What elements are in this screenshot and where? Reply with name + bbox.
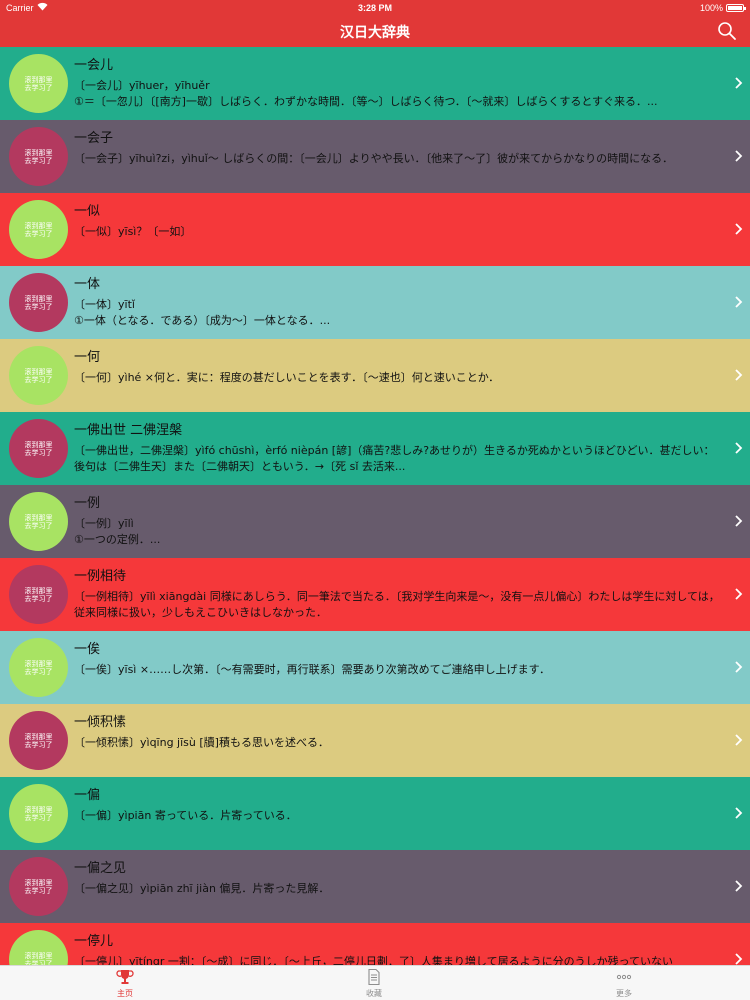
entry-word: 一俟: [74, 642, 101, 657]
chevron-right-icon: [735, 661, 743, 673]
tab-favorites[interactable]: 收藏: [334, 966, 414, 1000]
entry-definition: 〔一停儿〕yītíngr 一割：〔～成〕に同じ．〔～上丘，二停儿日劃．了〕人集ま…: [74, 955, 674, 965]
list-item[interactable]: 滚到那里去学习了 一会子〔一会子〕yīhuì?zi，yìhuǐ～ しばらくの間：〔…: [0, 120, 750, 193]
chevron-right-icon: [735, 296, 743, 308]
entry-word: 一何: [74, 350, 101, 365]
avatar-text: 滚到那里去学习了: [24, 805, 53, 822]
tab-home-label: 主页: [117, 989, 133, 998]
tab-more-label: 更多: [616, 989, 632, 998]
document-icon: [368, 968, 380, 986]
avatar: 滚到那里去学习了: [9, 711, 68, 770]
avatar: 滚到那里去学习了: [9, 127, 68, 186]
entry-definition: 〔一会子〕yīhuì?zi，yìhuǐ～ しばらくの間：〔一会儿〕よりやや長い．…: [74, 152, 674, 165]
entry-word: 一倾积愫: [74, 715, 127, 730]
chevron-right-icon: [735, 734, 743, 746]
trophy-icon: [116, 970, 134, 984]
chevron-right-icon: [735, 77, 743, 89]
avatar-text: 滚到那里去学习了: [24, 367, 53, 384]
list-item[interactable]: 滚到那里去学习了 一例〔一例〕yīlì ①一つの定例．...: [0, 485, 750, 558]
avatar: 滚到那里去学习了: [9, 930, 68, 965]
search-icon[interactable]: [716, 20, 738, 42]
chevron-right-icon: [735, 369, 743, 381]
list-item[interactable]: 滚到那里去学习了 一例相待〔一例相待〕yīlì xiāngdài 同様にあしらう．…: [0, 558, 750, 631]
entry-word: 一例相待: [74, 569, 127, 584]
entry-definition: 〔一会儿〕yīhuer，yīhuěr ①＝〔一忽儿〕〔[南方]一歇〕しばらく．わ…: [74, 79, 658, 108]
avatar-text: 滚到那里去学习了: [24, 586, 53, 603]
list-item[interactable]: 滚到那里去学习了 一偏〔一偏〕yìpiān 寄っている．片寄っている．: [0, 777, 750, 850]
page-title: 汉日大辞典: [340, 25, 410, 41]
avatar-text: 滚到那里去学习了: [24, 440, 53, 457]
chevron-right-icon: [735, 442, 743, 454]
entry-word: 一偏之见: [74, 861, 127, 876]
entry-word: 一佛出世 二佛涅槃: [74, 423, 183, 438]
tab-more[interactable]: 更多: [584, 966, 664, 1000]
entry-word: 一体: [74, 277, 101, 292]
chevron-right-icon: [735, 807, 743, 819]
more-icon: [616, 974, 632, 980]
avatar-text: 滚到那里去学习了: [24, 513, 53, 530]
entry-definition: 〔一偏〕yìpiān 寄っている．片寄っている．: [74, 809, 297, 822]
entry-definition: 〔一佛出世，二佛涅槃〕yìfó chūshì，èrfó nièpán [諺]（痛…: [74, 444, 715, 473]
entry-definition: 〔一偏之见〕yìpiān zhī jiàn 偏見．片寄った見解．: [74, 882, 330, 895]
avatar: 滚到那里去学习了: [9, 784, 68, 843]
avatar-text: 滚到那里去学习了: [24, 732, 53, 749]
list-item[interactable]: 滚到那里去学习了 一体〔一体〕yītǐ ①一体（となる．である）〔成为～〕一体とな…: [0, 266, 750, 339]
avatar-text: 滚到那里去学习了: [24, 75, 53, 92]
list-item[interactable]: 滚到那里去学习了 一停儿〔一停儿〕yītíngr 一割：〔～成〕に同じ．〔～上丘，…: [0, 923, 750, 965]
chevron-right-icon: [735, 880, 743, 892]
avatar-text: 滚到那里去学习了: [24, 148, 53, 165]
navigation-bar: 汉日大辞典: [0, 16, 750, 47]
list-item[interactable]: 滚到那里去学习了 一倾积愫〔一倾积愫〕yìqīng jīsù [牘]積もる思いを述…: [0, 704, 750, 777]
entry-definition: 〔一倾积愫〕yìqīng jīsù [牘]積もる思いを述べる．: [74, 736, 329, 749]
entry-word: 一停儿: [74, 934, 114, 949]
avatar: 滚到那里去学习了: [9, 565, 68, 624]
avatar: 滚到那里去学习了: [9, 492, 68, 551]
avatar: 滚到那里去学习了: [9, 54, 68, 113]
avatar-text: 滚到那里去学习了: [24, 221, 53, 238]
list-item[interactable]: 滚到那里去学习了 一会儿〔一会儿〕yīhuer，yīhuěr ①＝〔一忽儿〕〔[南…: [0, 47, 750, 120]
list-item[interactable]: 滚到那里去学习了 一佛出世 二佛涅槃〔一佛出世，二佛涅槃〕yìfó chūshì，…: [0, 412, 750, 485]
entry-definition: 〔一例相待〕yīlì xiāngdài 同様にあしらう．同一筆法で当たる．〔我对…: [74, 590, 720, 619]
chevron-right-icon: [735, 223, 743, 235]
entry-list[interactable]: 滚到那里去学习了 一会儿〔一会儿〕yīhuer，yīhuěr ①＝〔一忽儿〕〔[南…: [0, 47, 750, 965]
avatar-text: 滚到那里去学习了: [24, 294, 53, 311]
entry-definition: 〔一似〕yīsì？〔一如〕: [74, 225, 192, 238]
avatar-text: 滚到那里去学习了: [24, 878, 53, 895]
tab-home[interactable]: 主页: [85, 966, 165, 1000]
entry-definition: 〔一何〕yìhé ×何と．実に：程度の甚だしいことを表す．〔～速也〕何と速いこと…: [74, 371, 500, 384]
avatar-text: 滚到那里去学习了: [24, 951, 53, 966]
list-item[interactable]: 滚到那里去学习了 一何〔一何〕yìhé ×何と．実に：程度の甚だしいことを表す．〔…: [0, 339, 750, 412]
status-bar: Carrier 3:28 PM 100%: [0, 0, 750, 16]
chevron-right-icon: [735, 588, 743, 600]
entry-word: 一偏: [74, 788, 101, 803]
avatar: 滚到那里去学习了: [9, 419, 68, 478]
chevron-right-icon: [735, 150, 743, 162]
list-item[interactable]: 滚到那里去学习了 一偏之见〔一偏之见〕yìpiān zhī jiàn 偏見．片寄っ…: [0, 850, 750, 923]
entry-word: 一例: [74, 496, 101, 511]
avatar: 滚到那里去学习了: [9, 346, 68, 405]
tab-bar: 主页 收藏 更多: [0, 965, 750, 1000]
entry-word: 一会子: [74, 131, 114, 146]
avatar: 滚到那里去学习了: [9, 638, 68, 697]
list-item[interactable]: 滚到那里去学习了 一俟〔一俟〕yīsì ×……し次第．〔～有需要时，再行联系〕需要…: [0, 631, 750, 704]
entry-word: 一似: [74, 204, 101, 219]
battery-percent: 100%: [699, 3, 723, 13]
entry-definition: 〔一体〕yītǐ ①一体（となる．である）〔成为～〕一体となる．...: [74, 298, 331, 327]
entry-word: 一会儿: [74, 58, 114, 73]
entry-definition: 〔一俟〕yīsì ×……し次第．〔～有需要时，再行联系〕需要あり次第改めてご連絡…: [74, 663, 551, 676]
avatar: 滚到那里去学习了: [9, 200, 68, 259]
avatar: 滚到那里去学习了: [9, 857, 68, 916]
chevron-right-icon: [735, 515, 743, 527]
tab-favorites-label: 收藏: [366, 989, 382, 998]
chevron-right-icon: [735, 953, 743, 965]
list-item[interactable]: 滚到那里去学习了 一似〔一似〕yīsì？〔一如〕: [0, 193, 750, 266]
avatar: 滚到那里去学习了: [9, 273, 68, 332]
status-time: 3:28 PM: [357, 3, 392, 13]
battery-icon: [726, 4, 746, 12]
avatar-text: 滚到那里去学习了: [24, 659, 53, 676]
entry-definition: 〔一例〕yīlì ①一つの定例．...: [74, 517, 161, 546]
